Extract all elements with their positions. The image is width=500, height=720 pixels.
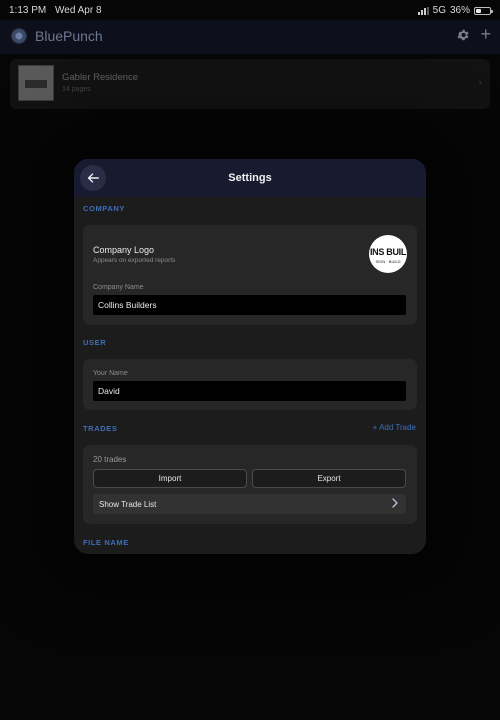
- chevron-right-icon: [392, 498, 398, 508]
- trades-count: 20 trades: [93, 455, 127, 464]
- company-logo-subtext: SIGN · BUILD: [375, 259, 401, 264]
- battery-percent: 36%: [449, 5, 470, 16]
- battery-icon: [474, 6, 493, 15]
- project-name: Gabler Residence: [62, 72, 139, 83]
- company-logo-label: Company Logo: [93, 245, 155, 255]
- import-button[interactable]: Import: [93, 469, 247, 488]
- your-name-label: Your Name: [93, 370, 128, 377]
- status-left: 1:13 PM Wed Apr 8: [9, 5, 108, 16]
- chevron-right-icon: ›: [478, 77, 482, 88]
- section-label-user: USER: [83, 338, 107, 347]
- modal-title: Settings: [228, 172, 272, 184]
- status-time: 1:13 PM: [9, 5, 47, 16]
- gear-icon[interactable]: [456, 28, 470, 42]
- settings-modal: Settings COMPANY Company Logo Appears on…: [74, 159, 426, 554]
- status-bar: 1:13 PM Wed Apr 8 5G 36%: [0, 0, 500, 20]
- section-label-trades: TRADES: [83, 424, 118, 433]
- status-date: Wed Apr 8: [55, 5, 102, 16]
- project-page-count: 14 pages: [62, 86, 91, 93]
- signal-icon: [417, 6, 429, 15]
- app-header: BluePunch +: [0, 20, 500, 54]
- project-thumbnail: [18, 65, 54, 101]
- trades-group: 20 trades Import Export Show Trade List: [83, 445, 417, 524]
- show-trade-list-button[interactable]: Show Trade List: [93, 494, 406, 514]
- company-name-input[interactable]: [93, 295, 406, 315]
- battery-fill: [476, 8, 481, 13]
- network-label: 5G: [432, 5, 446, 16]
- company-logo-text: INS BUIL: [369, 247, 407, 257]
- modal-header: Settings: [74, 159, 426, 197]
- export-button[interactable]: Export: [252, 469, 406, 488]
- section-label-file-name: FILE NAME: [83, 538, 129, 547]
- your-name-input[interactable]: [93, 381, 406, 401]
- app-logo-icon: [11, 28, 27, 44]
- project-card[interactable]: Gabler Residence 14 pages ›: [10, 59, 490, 109]
- section-label-company: COMPANY: [83, 204, 125, 213]
- company-logo[interactable]: INS BUIL SIGN · BUILD: [369, 235, 407, 273]
- user-group: Your Name: [83, 359, 417, 410]
- plus-icon[interactable]: +: [480, 25, 491, 43]
- add-trade-button[interactable]: + Add Trade: [373, 423, 416, 432]
- company-name-label: Company Name: [93, 284, 144, 291]
- company-logo-sublabel: Appears on exported reports: [93, 257, 176, 264]
- status-right: 5G 36%: [417, 5, 493, 16]
- show-trade-list-label: Show Trade List: [99, 500, 157, 509]
- app-title: BluePunch: [35, 28, 103, 44]
- company-group: Company Logo Appears on exported reports…: [83, 225, 417, 325]
